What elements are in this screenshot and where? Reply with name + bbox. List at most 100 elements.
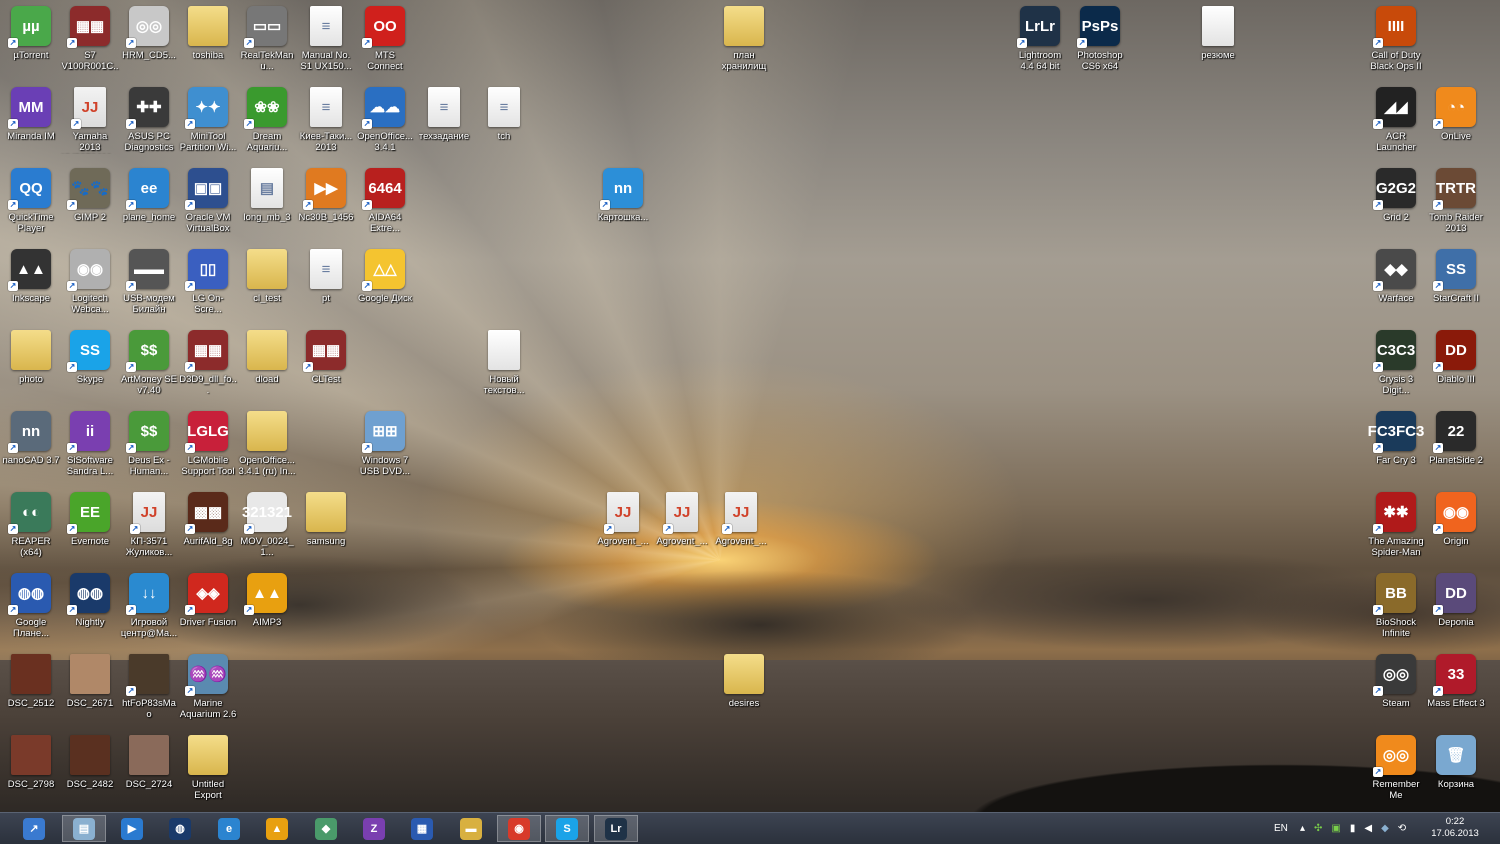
taskbar-button-internet-explorer[interactable]: e bbox=[207, 815, 251, 842]
desktop-icon-mass-effect-3[interactable]: 33 ↗ Mass Effect 3 bbox=[1426, 650, 1486, 726]
desktop-icon-техзадание[interactable]: ≡ техзадание bbox=[414, 83, 474, 159]
desktop-icon-deus-ex-human[interactable]: $$ ↗ Deus Ex - Human... bbox=[119, 407, 179, 483]
desktop-icon-remember-me[interactable]: ◎◎ ↗ Remember Me bbox=[1366, 731, 1426, 807]
taskbar-button-skype[interactable]: S bbox=[545, 815, 589, 842]
desktop-icon-lightroom-4-4-64-bit[interactable]: LrLr ↗ Lightroom 4.4 64 bit bbox=[1010, 2, 1070, 78]
desktop-icon-miranda-im[interactable]: MM ↗ Miranda IM bbox=[1, 83, 61, 159]
desktop-icon-crysis-3-digit[interactable]: C3C3 ↗ Crysis 3 Digit... bbox=[1366, 326, 1426, 402]
desktop-icon-torrent[interactable]: µµ ↗ µTorrent bbox=[1, 2, 61, 78]
desktop-icon-cltest[interactable]: ▦▦ ↗ CLTest bbox=[296, 326, 356, 402]
desktop-icon-nightly[interactable]: ◍◍ ↗ Nightly bbox=[60, 569, 120, 645]
taskbar-button-z-app[interactable]: Z bbox=[352, 815, 396, 842]
desktop-icon-far-cry-3[interactable]: FC3FC3 ↗ Far Cry 3 bbox=[1366, 407, 1426, 483]
desktop-icon-s7-v100r001c[interactable]: ▦▦↗S7 V100R001C... bbox=[60, 2, 120, 78]
desktop-icon-skype[interactable]: SS ↗ Skype bbox=[60, 326, 120, 402]
desktop-icon-agrovent[interactable]: JJ ↗ Agrovent_... bbox=[652, 488, 712, 564]
desktop-icon-aurifald-8g[interactable]: ▩▩ ↗ AurifAld_8g bbox=[178, 488, 238, 564]
desktop-icon-toshiba[interactable]: toshiba bbox=[178, 2, 238, 78]
network-icon[interactable]: ▮ bbox=[1350, 823, 1356, 834]
desktop-icon-openoffice-3-4-1[interactable]: ☁☁ ↗ OpenOffice... 3.4.1 bbox=[355, 83, 415, 159]
desktop-icon-mov-0024-1[interactable]: 321321 ↗ MOV_0024_1... bbox=[237, 488, 297, 564]
taskbar-button-file-manager[interactable]: ▬ bbox=[449, 815, 493, 842]
clock[interactable]: 0:22 17.06.2013 bbox=[1430, 816, 1480, 840]
desktop-icon-резюме[interactable]: резюме bbox=[1188, 2, 1248, 78]
desktop-icon-logitech-webca[interactable]: ◉◉ ↗ Logitech Webca... bbox=[60, 245, 120, 321]
tray-sync-icon[interactable]: ⟲ bbox=[1398, 823, 1406, 834]
desktop-icon-aimp3[interactable]: ▲▲ ↗ AIMP3 bbox=[237, 569, 297, 645]
desktop-icon-d3d9-dll-fo[interactable]: ▦▦ ↗ D3D9_dll_fo... bbox=[178, 326, 238, 402]
desktop-icon-lg-on-scre[interactable]: ▯▯ ↗ LG On-Scre... bbox=[178, 245, 238, 321]
desktop-icon-reaper-x64[interactable]: ◐◐ ↗ REAPER (x64) bbox=[1, 488, 61, 564]
desktop-icon-untitled-export[interactable]: Untitled Export bbox=[178, 731, 238, 807]
desktop-icon-the-amazing-spider-man[interactable]: ✱✱ ↗ The Amazing Spider-Man bbox=[1366, 488, 1426, 564]
desktop-icon-dsc-2798[interactable]: DSC_2798 bbox=[1, 731, 61, 807]
desktop-icon-starcraft-ii[interactable]: SS ↗ StarCraft II bbox=[1426, 245, 1486, 321]
desktop-icon-desires[interactable]: desires bbox=[714, 650, 774, 726]
desktop-icon-diablo-iii[interactable]: DD ↗ Diablo III bbox=[1426, 326, 1486, 402]
taskbar-button-nightly[interactable]: ◍ bbox=[158, 815, 202, 842]
desktop-icon-origin[interactable]: ◉◉ ↗ Origin bbox=[1426, 488, 1486, 564]
desktop-icon-asus-pc-diagnostics[interactable]: ✚✚ ↗ ASUS PC Diagnostics bbox=[119, 83, 179, 159]
desktop-icon-photo[interactable]: photo bbox=[1, 326, 61, 402]
desktop-icon-dsc-2671[interactable]: DSC_2671 bbox=[60, 650, 120, 726]
desktop-icon-план-хранилищ[interactable]: план хранилищ bbox=[714, 2, 774, 78]
language-indicator[interactable]: EN bbox=[1274, 813, 1288, 844]
desktop-icon-dload[interactable]: dload bbox=[237, 326, 297, 402]
desktop-icon-dream-aquariu[interactable]: ❀❀ ↗ Dream Aquariu... bbox=[237, 83, 297, 159]
desktop-icon-artmoney-se-v7-40[interactable]: $$ ↗ ArtMoney SE v7.40 bbox=[119, 326, 179, 402]
desktop-icon-agrovent[interactable]: JJ ↗ Agrovent_... bbox=[593, 488, 653, 564]
taskbar-button-aimp[interactable]: ▲ bbox=[255, 815, 299, 842]
taskbar-button-lightroom[interactable]: Lr bbox=[594, 815, 638, 842]
desktop-icon-quicktime-player[interactable]: QQ ↗ QuickTime Player bbox=[1, 164, 61, 240]
desktop-icon-mts-connect[interactable]: OO ↗ MTS Connect bbox=[355, 2, 415, 78]
desktop-icon-usb-модем-билайн[interactable]: ▬▬ ↗ USB-модем Билайн bbox=[119, 245, 179, 321]
desktop-icon-warface[interactable]: ◆◆ ↗ Warface bbox=[1366, 245, 1426, 321]
desktop-icon-openoffice-3-4-1-ru-in[interactable]: OpenOffice... 3.4.1 (ru) In... bbox=[237, 407, 297, 483]
desktop-icon-cl-test[interactable]: cl_test bbox=[237, 245, 297, 321]
desktop-icon-windows-7-usb-dvd[interactable]: ⊞⊞ ↗ Windows 7 USB DVD... bbox=[355, 407, 415, 483]
desktop-icon-nanocad-3-7[interactable]: nn ↗ nanoCAD 3.7 bbox=[1, 407, 61, 483]
desktop-icon-dsc-2724[interactable]: DSC_2724 bbox=[119, 731, 179, 807]
desktop-icon-photoshop-cs6-x64[interactable]: PsPs ↗ Photoshop CS6 x64 bbox=[1070, 2, 1130, 78]
tray-security-icon[interactable]: ▣ bbox=[1331, 823, 1340, 834]
desktop-icon-корзина[interactable]: 🗑 Корзина bbox=[1426, 731, 1486, 807]
desktop-icon-dsc-2512[interactable]: DSC_2512 bbox=[1, 650, 61, 726]
desktop-icon-новый-текстов[interactable]: Новый текстов... bbox=[474, 326, 534, 402]
desktop-icon-htfop83smao[interactable]: ↗ htFoP83sMao bbox=[119, 650, 179, 726]
desktop-icon-lgmobile-support-tool[interactable]: LGLG ↗ LGMobile Support Tool bbox=[178, 407, 238, 483]
taskbar-button-calculator-app[interactable]: ▦ bbox=[400, 815, 444, 842]
desktop-icon-nc30b-1456[interactable]: ▶▶ ↗ Nc30B_1456 bbox=[296, 164, 356, 240]
desktop-icon-sisoftware-sandra-l[interactable]: ii ↗ SiSoftware Sandra L... bbox=[60, 407, 120, 483]
desktop-icon-deponia[interactable]: DD ↗ Deponia bbox=[1426, 569, 1486, 645]
desktop-icon-yamaha-2013-xvs950am[interactable]: JJ↗Yamaha 2013 XVS950AM... bbox=[60, 83, 120, 159]
taskbar-button-chrome[interactable]: ◉ bbox=[497, 815, 541, 842]
desktop-icon-evernote[interactable]: EE ↗ Evernote bbox=[60, 488, 120, 564]
desktop-icon-long-mb-3[interactable]: ▤ long_mb_3 bbox=[237, 164, 297, 240]
tray-expand-icon[interactable]: ▴ bbox=[1300, 823, 1305, 834]
desktop-icon-aida64-extre[interactable]: 6464 ↗ AIDA64 Extre... bbox=[355, 164, 415, 240]
desktop-icon-realtekmanu[interactable]: ▭▭ ↗ RealTekManu... bbox=[237, 2, 297, 78]
desktop-icon-acr-launcher[interactable]: ◢◢ ↗ ACR Launcher bbox=[1366, 83, 1426, 159]
desktop-icon-manual-no-s1-ux150[interactable]: ≡ Manual No. S1 UX150... bbox=[296, 2, 356, 78]
desktop-icon-inkscape[interactable]: ▲▲ ↗ Inkscape bbox=[1, 245, 61, 321]
desktop-icon-dsc-2482[interactable]: DSC_2482 bbox=[60, 731, 120, 807]
desktop-icon-tomb-raider-2013[interactable]: TRTR ↗ Tomb Raider 2013 bbox=[1426, 164, 1486, 240]
desktop-icon-minitool-partition-wi[interactable]: ✦✦ ↗ MiniTool Partition Wi... bbox=[178, 83, 238, 159]
desktop-icon-кп-3571-жуликов[interactable]: JJ ↗ КП-3571 Жуликов... bbox=[119, 488, 179, 564]
desktop-icon-oracle-vm-virtualbox[interactable]: ▣▣ ↗ Oracle VM VirtualBox bbox=[178, 164, 238, 240]
desktop-icon-steam[interactable]: ◎◎ ↗ Steam bbox=[1366, 650, 1426, 726]
desktop-icon-driver-fusion[interactable]: ◈◈ ↗ Driver Fusion bbox=[178, 569, 238, 645]
desktop-icon-tch[interactable]: ≡ tch bbox=[474, 83, 534, 159]
desktop-icon-pt[interactable]: ≡ pt bbox=[296, 245, 356, 321]
desktop-icon-samsung[interactable]: samsung bbox=[296, 488, 356, 564]
desktop-icon-gimp-2[interactable]: 🐾🐾 ↗ GIMP 2 bbox=[60, 164, 120, 240]
tray-drive-icon[interactable]: ◆ bbox=[1381, 823, 1389, 834]
desktop-icon-grid-2[interactable]: G2G2 ↗ Grid 2 bbox=[1366, 164, 1426, 240]
desktop-icon-onlive[interactable]: ◔◔ ↗ OnLive bbox=[1426, 83, 1486, 159]
desktop-icon-игровой-центр-ma[interactable]: ↓↓ ↗ Игровой центр@Ma... bbox=[119, 569, 179, 645]
desktop-icon-hrm-cd5[interactable]: ◎◎ ↗ HRM_CD5... bbox=[119, 2, 179, 78]
desktop-icon-картошка[interactable]: nn ↗ Картошка... bbox=[593, 164, 653, 240]
desktop-icon-plane-home[interactable]: ee ↗ plane_home bbox=[119, 164, 179, 240]
desktop-icon-bioshock-infinite[interactable]: BB ↗ BioShock Infinite bbox=[1366, 569, 1426, 645]
desktop-icon-call-of-duty-black-ops-ii[interactable]: IIII ↗ Call of Duty Black Ops II bbox=[1366, 2, 1426, 78]
